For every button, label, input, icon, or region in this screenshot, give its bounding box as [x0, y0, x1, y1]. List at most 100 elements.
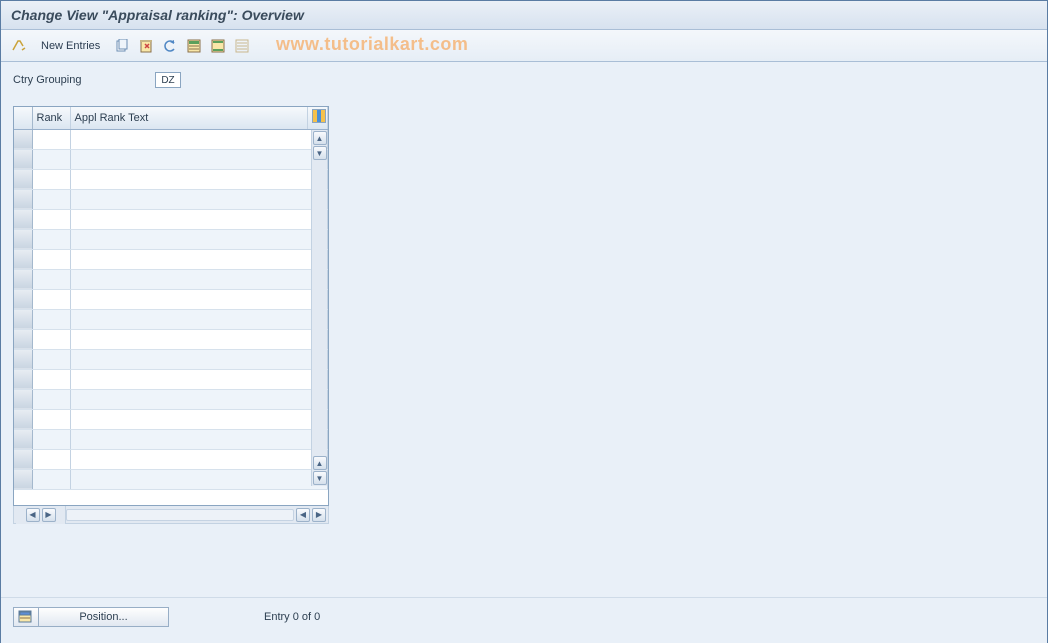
text-cell[interactable]: [70, 129, 328, 149]
col-select-header[interactable]: [14, 107, 32, 129]
text-cell[interactable]: [70, 149, 328, 169]
rank-cell[interactable]: [32, 469, 70, 489]
text-cell[interactable]: [70, 429, 328, 449]
copy-as-icon[interactable]: [112, 36, 132, 56]
table-row[interactable]: [14, 229, 328, 249]
row-selector[interactable]: [14, 149, 32, 169]
row-selector[interactable]: [14, 469, 32, 489]
ctry-grouping-input[interactable]: [155, 72, 181, 88]
scroll-left-fixed-icon[interactable]: ◀: [26, 508, 40, 522]
rank-cell[interactable]: [32, 249, 70, 269]
table-row[interactable]: [14, 269, 328, 289]
text-cell[interactable]: [70, 229, 328, 249]
delete-icon[interactable]: [136, 36, 156, 56]
rank-cell[interactable]: [32, 289, 70, 309]
rank-cell[interactable]: [32, 349, 70, 369]
rank-cell[interactable]: [32, 449, 70, 469]
rank-cell[interactable]: [32, 309, 70, 329]
table-row[interactable]: [14, 189, 328, 209]
row-selector[interactable]: [14, 349, 32, 369]
rank-cell[interactable]: [32, 369, 70, 389]
table-row[interactable]: [14, 149, 328, 169]
row-selector[interactable]: [14, 449, 32, 469]
scroll-page-up-icon[interactable]: ▼: [313, 146, 327, 160]
vertical-scrollbar[interactable]: ▲ ▼ ▲ ▼: [311, 130, 327, 486]
row-selector[interactable]: [14, 429, 32, 449]
text-cell[interactable]: [70, 249, 328, 269]
col-text-header[interactable]: Appl Rank Text: [70, 107, 308, 129]
table-row[interactable]: [14, 309, 328, 329]
text-cell[interactable]: [70, 349, 328, 369]
scroll-track[interactable]: [66, 509, 294, 521]
row-selector[interactable]: [14, 309, 32, 329]
scroll-right-icon[interactable]: ▶: [312, 508, 326, 522]
rank-cell[interactable]: [32, 409, 70, 429]
rank-cell[interactable]: [32, 129, 70, 149]
rank-cell[interactable]: [32, 329, 70, 349]
text-cell[interactable]: [70, 409, 328, 429]
rank-cell[interactable]: [32, 389, 70, 409]
scroll-page-down-icon[interactable]: ▲: [313, 456, 327, 470]
text-cell[interactable]: [70, 289, 328, 309]
table-row[interactable]: [14, 429, 328, 449]
col-config-header[interactable]: [308, 107, 328, 129]
text-cell[interactable]: [70, 189, 328, 209]
table-row[interactable]: [14, 249, 328, 269]
text-cell[interactable]: [70, 469, 328, 489]
table-row[interactable]: [14, 209, 328, 229]
position-button[interactable]: Position...: [39, 607, 169, 627]
text-cell[interactable]: [70, 309, 328, 329]
select-all-icon[interactable]: [184, 36, 204, 56]
row-selector[interactable]: [14, 209, 32, 229]
scroll-up-icon[interactable]: ▲: [313, 131, 327, 145]
undo-icon[interactable]: [160, 36, 180, 56]
row-selector[interactable]: [14, 249, 32, 269]
row-selector[interactable]: [14, 269, 32, 289]
row-selector[interactable]: [14, 369, 32, 389]
text-cell[interactable]: [70, 169, 328, 189]
row-selector[interactable]: [14, 229, 32, 249]
deselect-all-icon[interactable]: [232, 36, 252, 56]
rank-cell[interactable]: [32, 149, 70, 169]
new-entries-button[interactable]: New Entries: [33, 38, 108, 54]
rank-cell[interactable]: [32, 429, 70, 449]
row-selector[interactable]: [14, 129, 32, 149]
table-row[interactable]: [14, 129, 328, 149]
table-row[interactable]: [14, 369, 328, 389]
table-config-icon[interactable]: [312, 109, 326, 123]
table-row[interactable]: [14, 469, 328, 489]
scroll-down-icon[interactable]: ▼: [313, 471, 327, 485]
row-selector[interactable]: [14, 329, 32, 349]
toggle-display-icon[interactable]: [9, 36, 29, 56]
ranking-grid: Rank Appl Rank Text: [14, 107, 328, 490]
row-selector[interactable]: [14, 409, 32, 429]
row-selector[interactable]: [14, 389, 32, 409]
rank-cell[interactable]: [32, 229, 70, 249]
table-row[interactable]: [14, 289, 328, 309]
text-cell[interactable]: [70, 369, 328, 389]
text-cell[interactable]: [70, 329, 328, 349]
table-row[interactable]: [14, 169, 328, 189]
horizontal-scrollbar[interactable]: ◀ ▶ ◀ ▶: [13, 506, 329, 524]
table-row[interactable]: [14, 389, 328, 409]
position-icon-button[interactable]: [13, 607, 39, 627]
text-cell[interactable]: [70, 209, 328, 229]
rank-cell[interactable]: [32, 189, 70, 209]
rank-cell[interactable]: [32, 269, 70, 289]
text-cell[interactable]: [70, 269, 328, 289]
col-rank-header[interactable]: Rank: [32, 107, 70, 129]
scroll-left-icon[interactable]: ◀: [296, 508, 310, 522]
text-cell[interactable]: [70, 389, 328, 409]
scroll-right-fixed-icon[interactable]: ▶: [42, 508, 56, 522]
rank-cell[interactable]: [32, 209, 70, 229]
table-row[interactable]: [14, 329, 328, 349]
table-row[interactable]: [14, 349, 328, 369]
table-row[interactable]: [14, 409, 328, 429]
text-cell[interactable]: [70, 449, 328, 469]
table-row[interactable]: [14, 449, 328, 469]
row-selector[interactable]: [14, 169, 32, 189]
select-block-icon[interactable]: [208, 36, 228, 56]
row-selector[interactable]: [14, 189, 32, 209]
rank-cell[interactable]: [32, 169, 70, 189]
row-selector[interactable]: [14, 289, 32, 309]
